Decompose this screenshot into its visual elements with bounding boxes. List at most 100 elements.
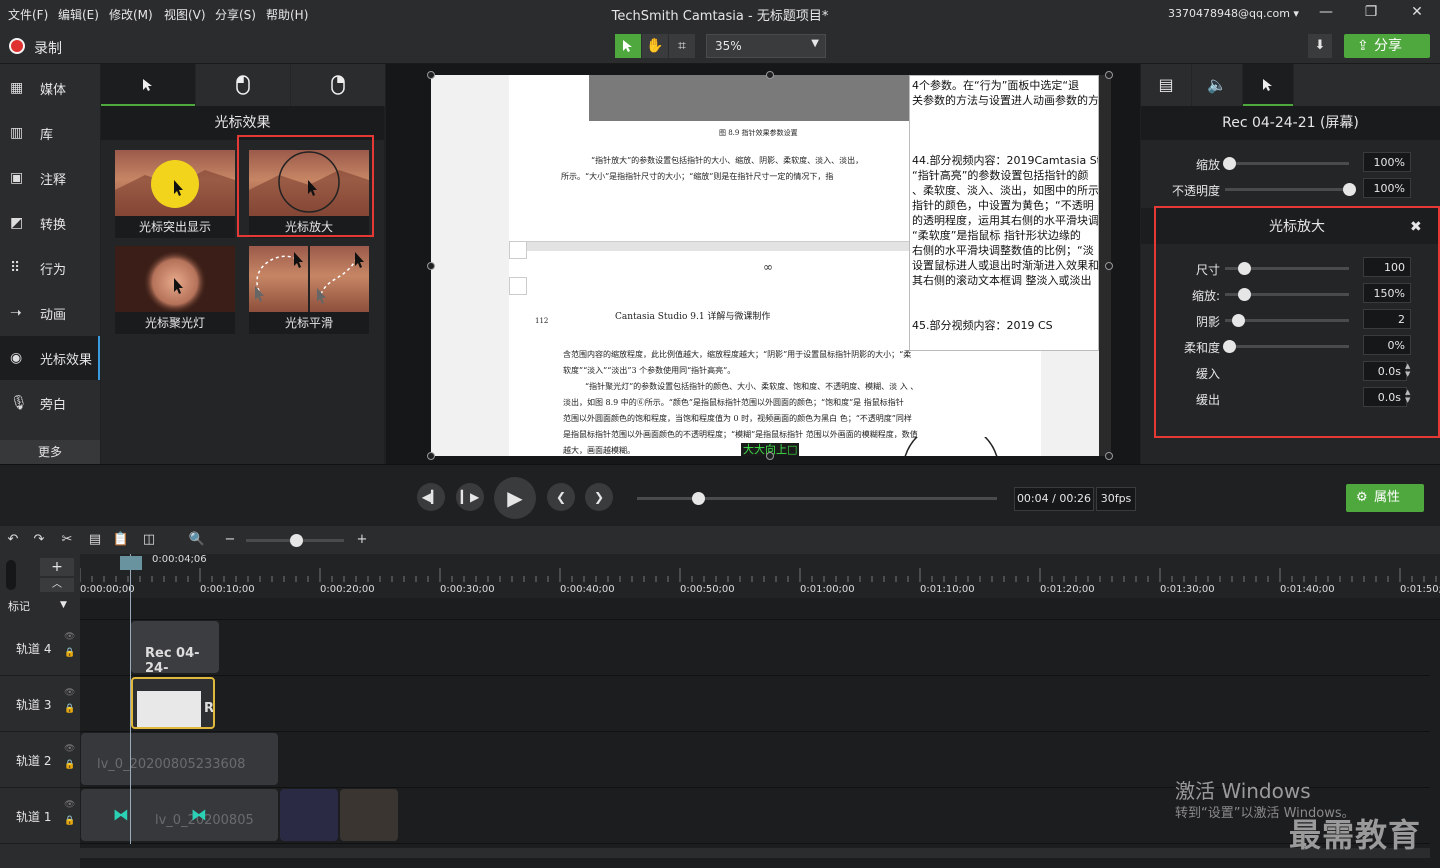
- close-button[interactable]: ✕: [1405, 4, 1429, 24]
- zoom-search-icon[interactable]: 🔍: [188, 532, 206, 548]
- scale-input[interactable]: 100%: [1363, 152, 1411, 172]
- sidebar-item-transition[interactable]: ◩ 转换: [0, 201, 100, 245]
- split-icon[interactable]: ◫: [140, 532, 158, 548]
- more-button[interactable]: 更多: [0, 440, 100, 464]
- cut-icon[interactable]: ✂: [58, 532, 76, 548]
- tab-left-mouse[interactable]: [196, 64, 290, 106]
- close-icon[interactable]: ✖: [1410, 219, 1422, 235]
- pointer-tool-icon[interactable]: [615, 34, 641, 58]
- track-3-header[interactable]: 轨道 3 👁 🔒: [0, 676, 80, 732]
- resize-handle[interactable]: [766, 452, 774, 460]
- transition-marker-icon[interactable]: ⧓: [191, 805, 207, 824]
- scrub-knob[interactable]: [692, 492, 705, 505]
- track-2-header[interactable]: 轨道 2 👁 🔒: [0, 732, 80, 788]
- redo-icon[interactable]: ↷: [30, 532, 48, 548]
- effect-cursor-smoothing[interactable]: 光标平滑: [249, 246, 369, 334]
- lock-icon[interactable]: 🔒: [64, 816, 75, 826]
- tab-left-click[interactable]: [101, 64, 195, 106]
- lock-icon[interactable]: 🔒: [64, 760, 75, 770]
- resize-handle[interactable]: [427, 71, 435, 79]
- clip-video-track1[interactable]: lv_0_20200805 ⧓ ⧓: [81, 789, 278, 841]
- resize-handle[interactable]: [427, 452, 435, 460]
- record-icon[interactable]: [9, 38, 25, 54]
- eye-icon[interactable]: 👁: [64, 632, 75, 642]
- next-icon[interactable]: ❯: [585, 483, 613, 511]
- resize-handle[interactable]: [1105, 71, 1113, 79]
- sidebar-item-library[interactable]: ▥ 库: [0, 111, 100, 155]
- scale-slider-knob[interactable]: [1223, 157, 1236, 170]
- pan-tool-icon[interactable]: ✋: [642, 34, 668, 58]
- marker-label[interactable]: 标记: [8, 598, 30, 614]
- timeline-zoom-knob[interactable]: [290, 534, 303, 547]
- opacity-input[interactable]: 100%: [1363, 178, 1411, 198]
- chevron-up-icon[interactable]: ︿: [40, 578, 74, 592]
- timeline-scrollbar[interactable]: [80, 848, 1430, 858]
- resize-handle[interactable]: [1105, 452, 1113, 460]
- sidebar-item-cursor-effects[interactable]: ◉ 光标效果: [0, 336, 100, 380]
- resize-handle[interactable]: [766, 71, 774, 79]
- minimize-button[interactable]: —: [1314, 4, 1338, 24]
- menu-file[interactable]: 文件(F): [8, 6, 48, 23]
- properties-button[interactable]: ⚙ 属性: [1346, 484, 1424, 512]
- share-button[interactable]: ⇪ 分享: [1344, 34, 1430, 58]
- scale-slider[interactable]: [1225, 162, 1349, 165]
- menu-edit[interactable]: 编辑(E): [58, 6, 99, 23]
- tab-cursor-properties[interactable]: [1243, 64, 1293, 106]
- track-height-slider[interactable]: [6, 560, 16, 590]
- timeline-ruler[interactable]: 0:00:00;00 0:00:10;00 0:00:20;00 0:00:30…: [80, 554, 1440, 598]
- menu-modify[interactable]: 修改(M): [109, 6, 153, 23]
- previous-icon[interactable]: ❮: [547, 483, 575, 511]
- marker-lane[interactable]: [80, 598, 1440, 620]
- account-menu[interactable]: 3370478948@qq.com ▾: [1168, 7, 1299, 20]
- menu-view[interactable]: 视图(V): [164, 6, 206, 23]
- lock-icon[interactable]: 🔒: [64, 648, 75, 658]
- track-3[interactable]: R: [80, 676, 1430, 732]
- zoom-select[interactable]: 35% ▼: [706, 34, 826, 58]
- track-1-header[interactable]: 轨道 1 👁 🔒: [0, 788, 80, 844]
- eye-icon[interactable]: 👁: [64, 688, 75, 698]
- zoom-in-icon[interactable]: +: [353, 532, 371, 548]
- resize-handle[interactable]: [427, 262, 435, 270]
- tab-right-mouse[interactable]: [291, 64, 385, 106]
- copy-icon[interactable]: ▤: [86, 532, 104, 548]
- crop-tool-icon[interactable]: ⌗: [669, 34, 695, 58]
- eye-icon[interactable]: 👁: [64, 800, 75, 810]
- effect-cursor-spotlight[interactable]: 光标聚光灯: [115, 246, 235, 334]
- clip-selected-track3[interactable]: R: [131, 677, 215, 729]
- tab-audio-properties[interactable]: 🔈: [1192, 64, 1242, 106]
- sidebar-item-behavior[interactable]: ⠿ 行为: [0, 246, 100, 290]
- record-button[interactable]: 录制: [34, 38, 62, 58]
- playhead-handle[interactable]: [120, 556, 142, 570]
- clip-rec-track4[interactable]: Rec 04-24-: [131, 621, 219, 673]
- eye-icon[interactable]: 👁: [64, 744, 75, 754]
- restore-button[interactable]: ❐: [1359, 4, 1383, 24]
- opacity-slider-knob[interactable]: [1343, 183, 1356, 196]
- clip-indoor-scene[interactable]: [340, 789, 398, 841]
- sidebar-item-voice-narration[interactable]: 🎙 旁白: [0, 381, 100, 425]
- step-forward-icon[interactable]: ▎▶: [456, 483, 484, 511]
- tab-visual-properties[interactable]: ▤: [1141, 64, 1191, 106]
- opacity-slider[interactable]: [1225, 188, 1349, 191]
- paste-icon[interactable]: 📋: [112, 532, 130, 548]
- menu-share[interactable]: 分享(S): [215, 6, 256, 23]
- lock-icon[interactable]: 🔒: [64, 704, 75, 714]
- undo-icon[interactable]: ↶: [4, 532, 22, 548]
- transition-marker-icon[interactable]: ⧓: [113, 805, 129, 824]
- clip-audio-track2[interactable]: lv_0_20200805233608: [81, 733, 278, 785]
- sidebar-item-media[interactable]: ▦ 媒体: [0, 66, 100, 110]
- scrub-bar[interactable]: [637, 497, 997, 500]
- chevron-down-icon[interactable]: ▼: [60, 600, 67, 610]
- clip-night-scene[interactable]: [280, 789, 338, 841]
- add-track-button[interactable]: +: [40, 558, 74, 576]
- menu-help[interactable]: 帮助(H): [266, 6, 308, 23]
- playhead[interactable]: [130, 554, 131, 844]
- track-4-header[interactable]: 轨道 4 👁 🔒: [0, 620, 80, 676]
- sidebar-item-annotation[interactable]: ▣ 注释: [0, 156, 100, 200]
- play-icon[interactable]: ▶: [494, 477, 536, 519]
- download-icon[interactable]: ⬇: [1308, 34, 1332, 58]
- step-back-icon[interactable]: ◀▎: [417, 483, 445, 511]
- track-4[interactable]: Rec 04-24-: [80, 620, 1430, 676]
- effect-cursor-highlight[interactable]: 光标突出显示: [115, 150, 235, 238]
- rotate-handle-icon[interactable]: ∞: [763, 260, 773, 274]
- zoom-out-icon[interactable]: −: [221, 532, 239, 548]
